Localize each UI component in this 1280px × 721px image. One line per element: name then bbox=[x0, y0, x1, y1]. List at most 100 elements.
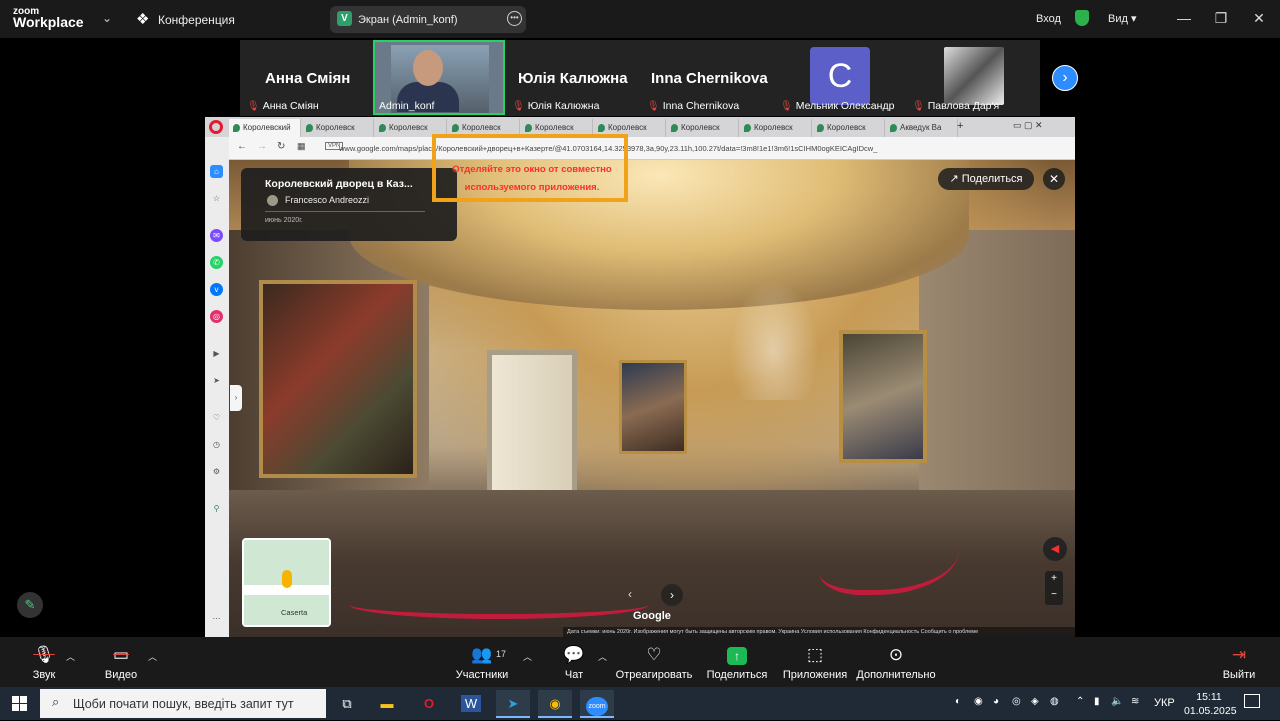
word-taskbar-icon[interactable]: W bbox=[454, 690, 488, 718]
meeting-paw-icon[interactable]: ❖ bbox=[136, 10, 149, 28]
tray-app-icon[interactable]: ◍ bbox=[1050, 696, 1059, 707]
restore-button[interactable]: ❐ bbox=[1210, 10, 1232, 27]
capture-date: июнь 2020г. bbox=[265, 217, 303, 224]
browser-tab[interactable]: Акведук Ва bbox=[886, 119, 958, 137]
zoom-in-button[interactable]: + bbox=[1045, 571, 1063, 587]
apps-button[interactable]: ⬚ Приложения bbox=[775, 643, 855, 681]
more-dots-icon[interactable]: ⋯ bbox=[210, 612, 223, 625]
close-street-view-button[interactable]: ✕ bbox=[1043, 168, 1065, 190]
speaker-icon[interactable]: 🔈 bbox=[1111, 696, 1123, 707]
participant-name-tag[interactable]: 🎙 Inna Chernikova bbox=[647, 100, 739, 112]
star-icon[interactable]: ☆ bbox=[210, 192, 223, 205]
participants-icon: 👥 bbox=[471, 645, 493, 664]
maps-pin-icon bbox=[379, 124, 386, 132]
react-button[interactable]: ♡ Отреагировать bbox=[614, 643, 694, 681]
windows-start-icon[interactable] bbox=[12, 696, 28, 712]
place-title[interactable]: Королевский дворец в Каз... bbox=[265, 178, 413, 190]
participants-button[interactable]: 👥 Участники bbox=[442, 643, 522, 681]
browser-tab[interactable]: Королевск bbox=[813, 119, 885, 137]
share-screen-button[interactable]: ↑ Поделиться bbox=[697, 643, 777, 681]
tray-app-icon[interactable]: ◕ bbox=[993, 696, 999, 707]
browser-tab[interactable]: Королевский bbox=[229, 119, 301, 137]
new-tab-button[interactable]: + bbox=[957, 120, 963, 132]
chevron-down-icon[interactable]: ⌄ bbox=[102, 11, 112, 25]
chrome-taskbar-icon[interactable]: ◉ bbox=[538, 690, 572, 718]
participant-photo[interactable] bbox=[944, 47, 1004, 105]
reload-icon[interactable]: ↻ bbox=[277, 141, 285, 152]
meeting-label[interactable]: Конференция bbox=[158, 13, 235, 27]
file-explorer-icon[interactable]: ▬ bbox=[370, 690, 404, 718]
instagram-icon[interactable]: ◎ bbox=[210, 310, 223, 323]
annotate-pencil-icon[interactable]: ✎ bbox=[17, 592, 43, 618]
tray-expand-icon[interactable]: ⌃ bbox=[1076, 696, 1084, 707]
home-icon[interactable]: ⌂ bbox=[210, 165, 223, 178]
security-shield-icon[interactable] bbox=[1075, 10, 1089, 26]
tray-app-icon[interactable]: ◎ bbox=[1012, 696, 1021, 707]
participant-name-tag[interactable]: 🎙 Павлова Дар'я bbox=[912, 100, 999, 112]
browser-tab[interactable]: Королевск bbox=[667, 119, 739, 137]
participant-avatar[interactable]: C bbox=[810, 47, 870, 105]
tray-app-icon[interactable]: ◐ bbox=[955, 696, 961, 707]
share-place-button[interactable]: ↗ Поделиться bbox=[938, 168, 1034, 190]
zoom-taskbar-icon[interactable]: zoom bbox=[580, 690, 614, 718]
login-button[interactable]: Вход bbox=[1036, 13, 1061, 25]
tray-app-icon[interactable]: ◉ bbox=[974, 696, 983, 707]
mini-map[interactable]: Caserta bbox=[242, 538, 331, 627]
task-view-icon[interactable]: ⧉ bbox=[330, 690, 364, 718]
audio-options-caret[interactable]: ︿ bbox=[66, 650, 75, 663]
notifications-icon[interactable] bbox=[1244, 694, 1260, 708]
compass-icon[interactable]: ◀ bbox=[1043, 537, 1067, 561]
video-person-head bbox=[413, 50, 443, 86]
minimize-button[interactable]: — bbox=[1173, 10, 1195, 26]
video-options-caret[interactable]: ︿ bbox=[148, 650, 157, 663]
wifi-icon[interactable]: ≋ bbox=[1131, 696, 1139, 707]
tab-label: Акведук Ва bbox=[900, 123, 942, 132]
author-name[interactable]: Francesco Andreozzi bbox=[285, 195, 369, 205]
battery-icon[interactable]: ▮ bbox=[1094, 696, 1100, 707]
view-button[interactable]: Вид ▾ bbox=[1108, 12, 1136, 25]
leave-button[interactable]: ⇥ Выйти bbox=[1199, 643, 1279, 681]
browser-window-controls[interactable]: ▭ ▢ ✕ bbox=[1013, 120, 1043, 131]
keyboard-language[interactable]: УКР bbox=[1154, 697, 1175, 709]
zoom-out-button[interactable]: − bbox=[1045, 587, 1063, 603]
more-button[interactable]: ⊙ Дополнительно bbox=[856, 643, 936, 681]
history-icon[interactable]: ◷ bbox=[210, 438, 223, 451]
maps-pin-icon bbox=[744, 124, 751, 132]
tray-app-icon[interactable]: ◈ bbox=[1031, 696, 1039, 707]
nav-right-arrow[interactable]: › bbox=[661, 584, 683, 606]
close-window-button[interactable]: ✕ bbox=[1248, 10, 1270, 27]
next-participants-button[interactable]: › bbox=[1052, 65, 1078, 91]
more-options-icon[interactable]: ••• bbox=[507, 11, 522, 26]
back-arrow-icon[interactable]: ← bbox=[237, 141, 247, 152]
telegram-taskbar-icon[interactable]: ➤ bbox=[496, 690, 530, 718]
settings-gear-icon[interactable]: ⚙ bbox=[210, 465, 223, 478]
tabs-grid-icon[interactable]: ▦ bbox=[297, 141, 306, 152]
participants-options-caret[interactable]: ︿ bbox=[523, 650, 532, 663]
opera-logo-icon[interactable] bbox=[209, 120, 223, 134]
collapse-panel-handle[interactable]: › bbox=[230, 385, 242, 411]
messenger-icon[interactable]: ✉ bbox=[210, 229, 223, 242]
participant-name-tag[interactable]: 🎙 Юлія Калюжна bbox=[512, 100, 599, 112]
barrier-rope bbox=[349, 590, 649, 619]
browser-tab[interactable]: Королевск bbox=[740, 119, 812, 137]
player-icon[interactable]: ▶ bbox=[210, 347, 223, 360]
opera-taskbar-icon[interactable]: O bbox=[412, 690, 446, 718]
mic-muted-icon: 🎙 bbox=[512, 101, 525, 112]
whatsapp-icon[interactable]: ✆ bbox=[210, 256, 223, 269]
clock[interactable]: 15:11 01.05.2025 bbox=[1184, 690, 1237, 718]
participant-name-tag[interactable]: 🎙 Анна Сміян bbox=[247, 100, 319, 112]
vk-icon[interactable]: v bbox=[210, 283, 223, 296]
browser-tab[interactable]: Королевск bbox=[302, 119, 374, 137]
pegman-icon[interactable] bbox=[282, 570, 292, 588]
share-screen-icon: ↑ bbox=[697, 643, 777, 667]
chat-options-caret[interactable]: ︿ bbox=[598, 650, 607, 663]
maps-footer[interactable]: Дата съемки: июнь 2020г. Изображения мог… bbox=[563, 627, 1075, 637]
participant-name-tag[interactable]: 🎙 Мельник Олександр bbox=[780, 100, 894, 112]
nav-left-arrow[interactable]: ‹ bbox=[628, 587, 632, 601]
send-icon[interactable]: ➤ bbox=[210, 374, 223, 387]
zoom-controls[interactable]: + − bbox=[1045, 571, 1063, 605]
heart-icon[interactable]: ♡ bbox=[210, 411, 223, 424]
word-app-label: W bbox=[460, 695, 482, 712]
forward-arrow-icon[interactable]: → bbox=[257, 141, 267, 152]
maps-pin-sidebar-icon[interactable]: ⚲ bbox=[210, 502, 223, 515]
